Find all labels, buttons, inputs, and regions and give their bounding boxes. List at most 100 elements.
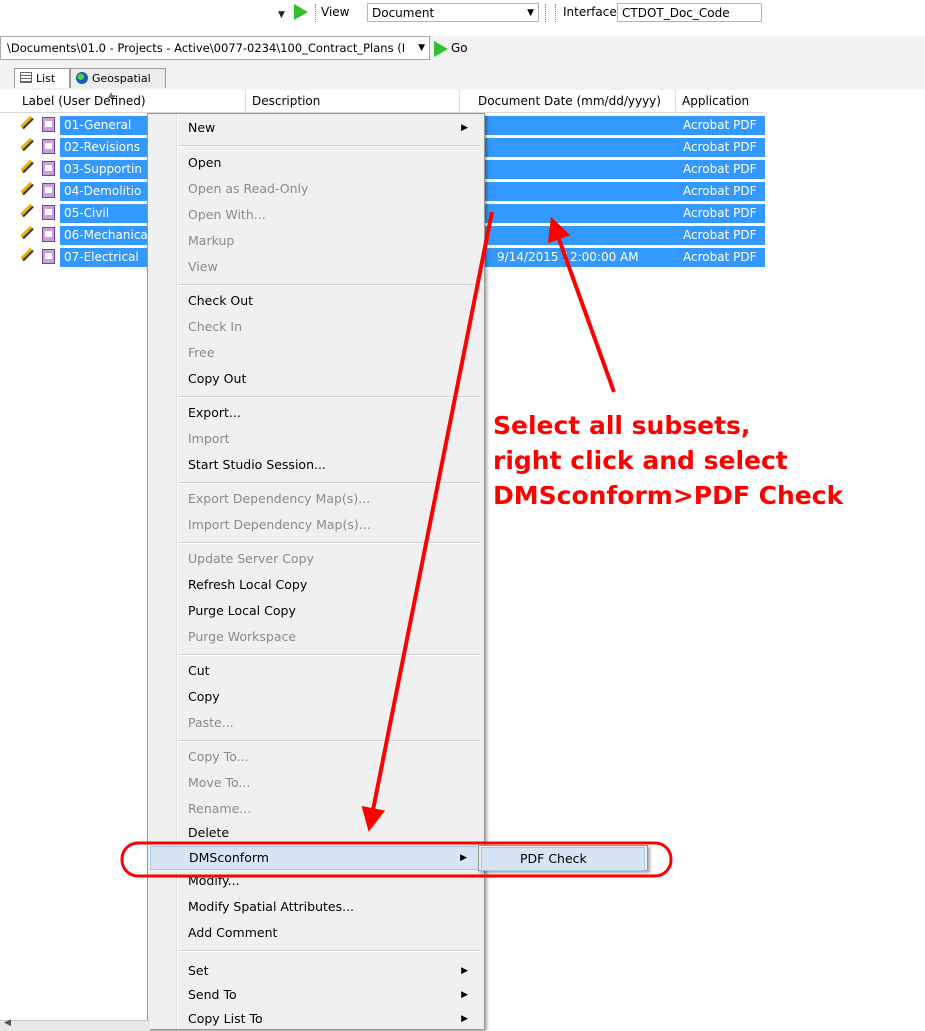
menu-item-copy[interactable]: Copy xyxy=(150,685,480,709)
menu-item-label: Export Dependency Map(s)... xyxy=(188,491,371,506)
menu-separator xyxy=(178,654,480,656)
pencil-icon xyxy=(20,181,34,196)
tab-geospatial[interactable]: Geospatial xyxy=(70,68,166,88)
menu-item-label: DMSconform xyxy=(189,850,269,865)
column-header-description[interactable]: Description xyxy=(246,90,460,112)
annotation-line: DMSconform>PDF Check xyxy=(493,481,844,510)
context-menu: New ▶ Open Open as Read-Only Open With...… xyxy=(147,113,485,1030)
menu-item-open-read-only[interactable]: Open as Read-Only xyxy=(150,177,480,201)
menu-item-move-to[interactable]: Move To... xyxy=(150,771,480,795)
row-label: 04-Demolitio xyxy=(64,184,142,198)
view-tabs: List Geospatial xyxy=(0,66,925,91)
interface-select[interactable]: CTDOT_Doc_Code xyxy=(617,3,762,22)
menu-item-label: Copy Out xyxy=(188,371,247,386)
submenu-arrow-icon: ▶ xyxy=(461,123,468,133)
menu-item-new[interactable]: New ▶ xyxy=(150,116,480,140)
menu-item-export[interactable]: Export... xyxy=(150,401,480,425)
menu-item-purge-workspace[interactable]: Purge Workspace xyxy=(150,625,480,649)
menu-item-label: View xyxy=(188,259,218,274)
menu-item-free[interactable]: Free xyxy=(150,341,480,365)
menu-item-set[interactable]: Set ▶ xyxy=(150,959,480,983)
pencil-icon xyxy=(20,247,34,262)
menu-item-export-dependency-map[interactable]: Export Dependency Map(s)... xyxy=(150,487,480,511)
menu-item-label: Purge Local Copy xyxy=(188,603,296,618)
column-header-document-date[interactable]: Document Date (mm/dd/yyyy) xyxy=(472,90,676,112)
toolbar: ▼ View Document ▼ Interface CTDOT_Doc_Co… xyxy=(0,0,925,36)
menu-item-label: Refresh Local Copy xyxy=(188,577,308,592)
menu-item-copy-out[interactable]: Copy Out xyxy=(150,367,480,391)
menu-item-check-out[interactable]: Check Out xyxy=(150,289,480,313)
tab-list-label: List xyxy=(36,72,56,85)
row-application: Acrobat PDF xyxy=(683,206,757,220)
path-select[interactable]: \Documents\01.0 - Projects - Active\0077… xyxy=(0,36,430,60)
menu-item-dmsconform[interactable]: DMSconform ▶ xyxy=(150,846,480,870)
menu-item-label: Markup xyxy=(188,233,235,248)
menu-item-open[interactable]: Open xyxy=(150,151,480,175)
document-icon xyxy=(42,183,55,198)
horizontal-scrollbar[interactable]: ◀ xyxy=(0,1018,150,1031)
path-value: \Documents\01.0 - Projects - Active\0077… xyxy=(7,41,406,55)
globe-icon xyxy=(76,72,88,84)
menu-item-rename[interactable]: Rename... xyxy=(150,797,480,821)
menu-item-send-to[interactable]: Send To ▶ xyxy=(150,983,480,1007)
menu-separator xyxy=(178,145,480,147)
menu-item-view[interactable]: View xyxy=(150,255,480,279)
row-document-date: 9/14/2015 12:00:00 AM xyxy=(497,250,639,264)
menu-item-modify[interactable]: Modify... xyxy=(150,869,480,893)
menu-item-label: Copy List To xyxy=(188,1011,263,1026)
row-application: Acrobat PDF xyxy=(683,184,757,198)
menu-item-copy-to[interactable]: Copy To... xyxy=(150,745,480,769)
submenu-arrow-icon: ▶ xyxy=(460,853,467,863)
tab-list[interactable]: List xyxy=(14,68,70,88)
column-header-label[interactable]: ▲ Label (User Defined) xyxy=(16,90,246,112)
menu-item-label: PDF Check xyxy=(520,851,587,866)
toolbar-grip xyxy=(315,4,318,22)
menu-item-delete[interactable]: Delete xyxy=(150,821,480,845)
menu-item-import[interactable]: Import xyxy=(150,427,480,451)
menu-item-open-with[interactable]: Open With... xyxy=(150,203,480,227)
pencil-icon xyxy=(20,225,34,240)
menu-item-check-in[interactable]: Check In xyxy=(150,315,480,339)
menu-item-update-server-copy[interactable]: Update Server Copy xyxy=(150,547,480,571)
menu-item-copy-list-to[interactable]: Copy List To ▶ xyxy=(150,1007,480,1031)
column-header-text: Application xyxy=(682,94,750,108)
toolbar-grip xyxy=(545,4,548,22)
menu-item-add-comment[interactable]: Add Comment xyxy=(150,921,480,945)
pencil-icon xyxy=(20,203,34,218)
go-button[interactable]: Go xyxy=(434,38,468,58)
menu-separator xyxy=(178,284,480,286)
menu-item-cut[interactable]: Cut xyxy=(150,659,480,683)
row-application: Acrobat PDF xyxy=(683,250,757,264)
play-icon[interactable] xyxy=(294,4,308,20)
menu-item-import-dependency-map[interactable]: Import Dependency Map(s)... xyxy=(150,513,480,537)
annotation-text: Select all subsets, right click and sele… xyxy=(493,408,923,513)
menu-item-paste[interactable]: Paste... xyxy=(150,711,480,735)
pencil-icon xyxy=(20,159,34,174)
view-select-value: Document xyxy=(372,6,435,20)
menu-item-purge-local-copy[interactable]: Purge Local Copy xyxy=(150,599,480,623)
menu-item-label: Purge Workspace xyxy=(188,629,297,644)
menu-item-label: Paste... xyxy=(188,715,234,730)
menu-item-start-studio-session[interactable]: Start Studio Session... xyxy=(150,453,480,477)
row-label: 07-Electrical xyxy=(64,250,139,264)
pencil-icon xyxy=(20,137,34,152)
menu-item-pdf-check[interactable]: PDF Check xyxy=(481,847,645,871)
menu-item-modify-spatial-attributes[interactable]: Modify Spatial Attributes... xyxy=(150,895,480,919)
menu-separator xyxy=(178,740,480,742)
row-label: 03-Supportin xyxy=(64,162,142,176)
menu-item-markup[interactable]: Markup xyxy=(150,229,480,253)
column-header-text: Description xyxy=(252,94,321,108)
interface-label: Interface xyxy=(563,5,617,19)
menu-item-label: Free xyxy=(188,345,215,360)
dropdown-arrow-icon[interactable]: ▼ xyxy=(278,10,285,20)
column-header-text: Document Date (mm/dd/yyyy) xyxy=(478,94,661,108)
column-header-text: Label (User Defined) xyxy=(22,94,146,108)
menu-item-label: Import Dependency Map(s)... xyxy=(188,517,371,532)
menu-item-refresh-local-copy[interactable]: Refresh Local Copy xyxy=(150,573,480,597)
scroll-left-icon[interactable]: ◀ xyxy=(4,1018,11,1028)
column-header-application[interactable]: Application xyxy=(676,90,765,112)
view-select[interactable]: Document ▼ xyxy=(367,3,539,22)
document-icon xyxy=(42,117,55,132)
sort-ascending-icon: ▲ xyxy=(108,90,115,99)
row-label: 02-Revisions xyxy=(64,140,141,154)
